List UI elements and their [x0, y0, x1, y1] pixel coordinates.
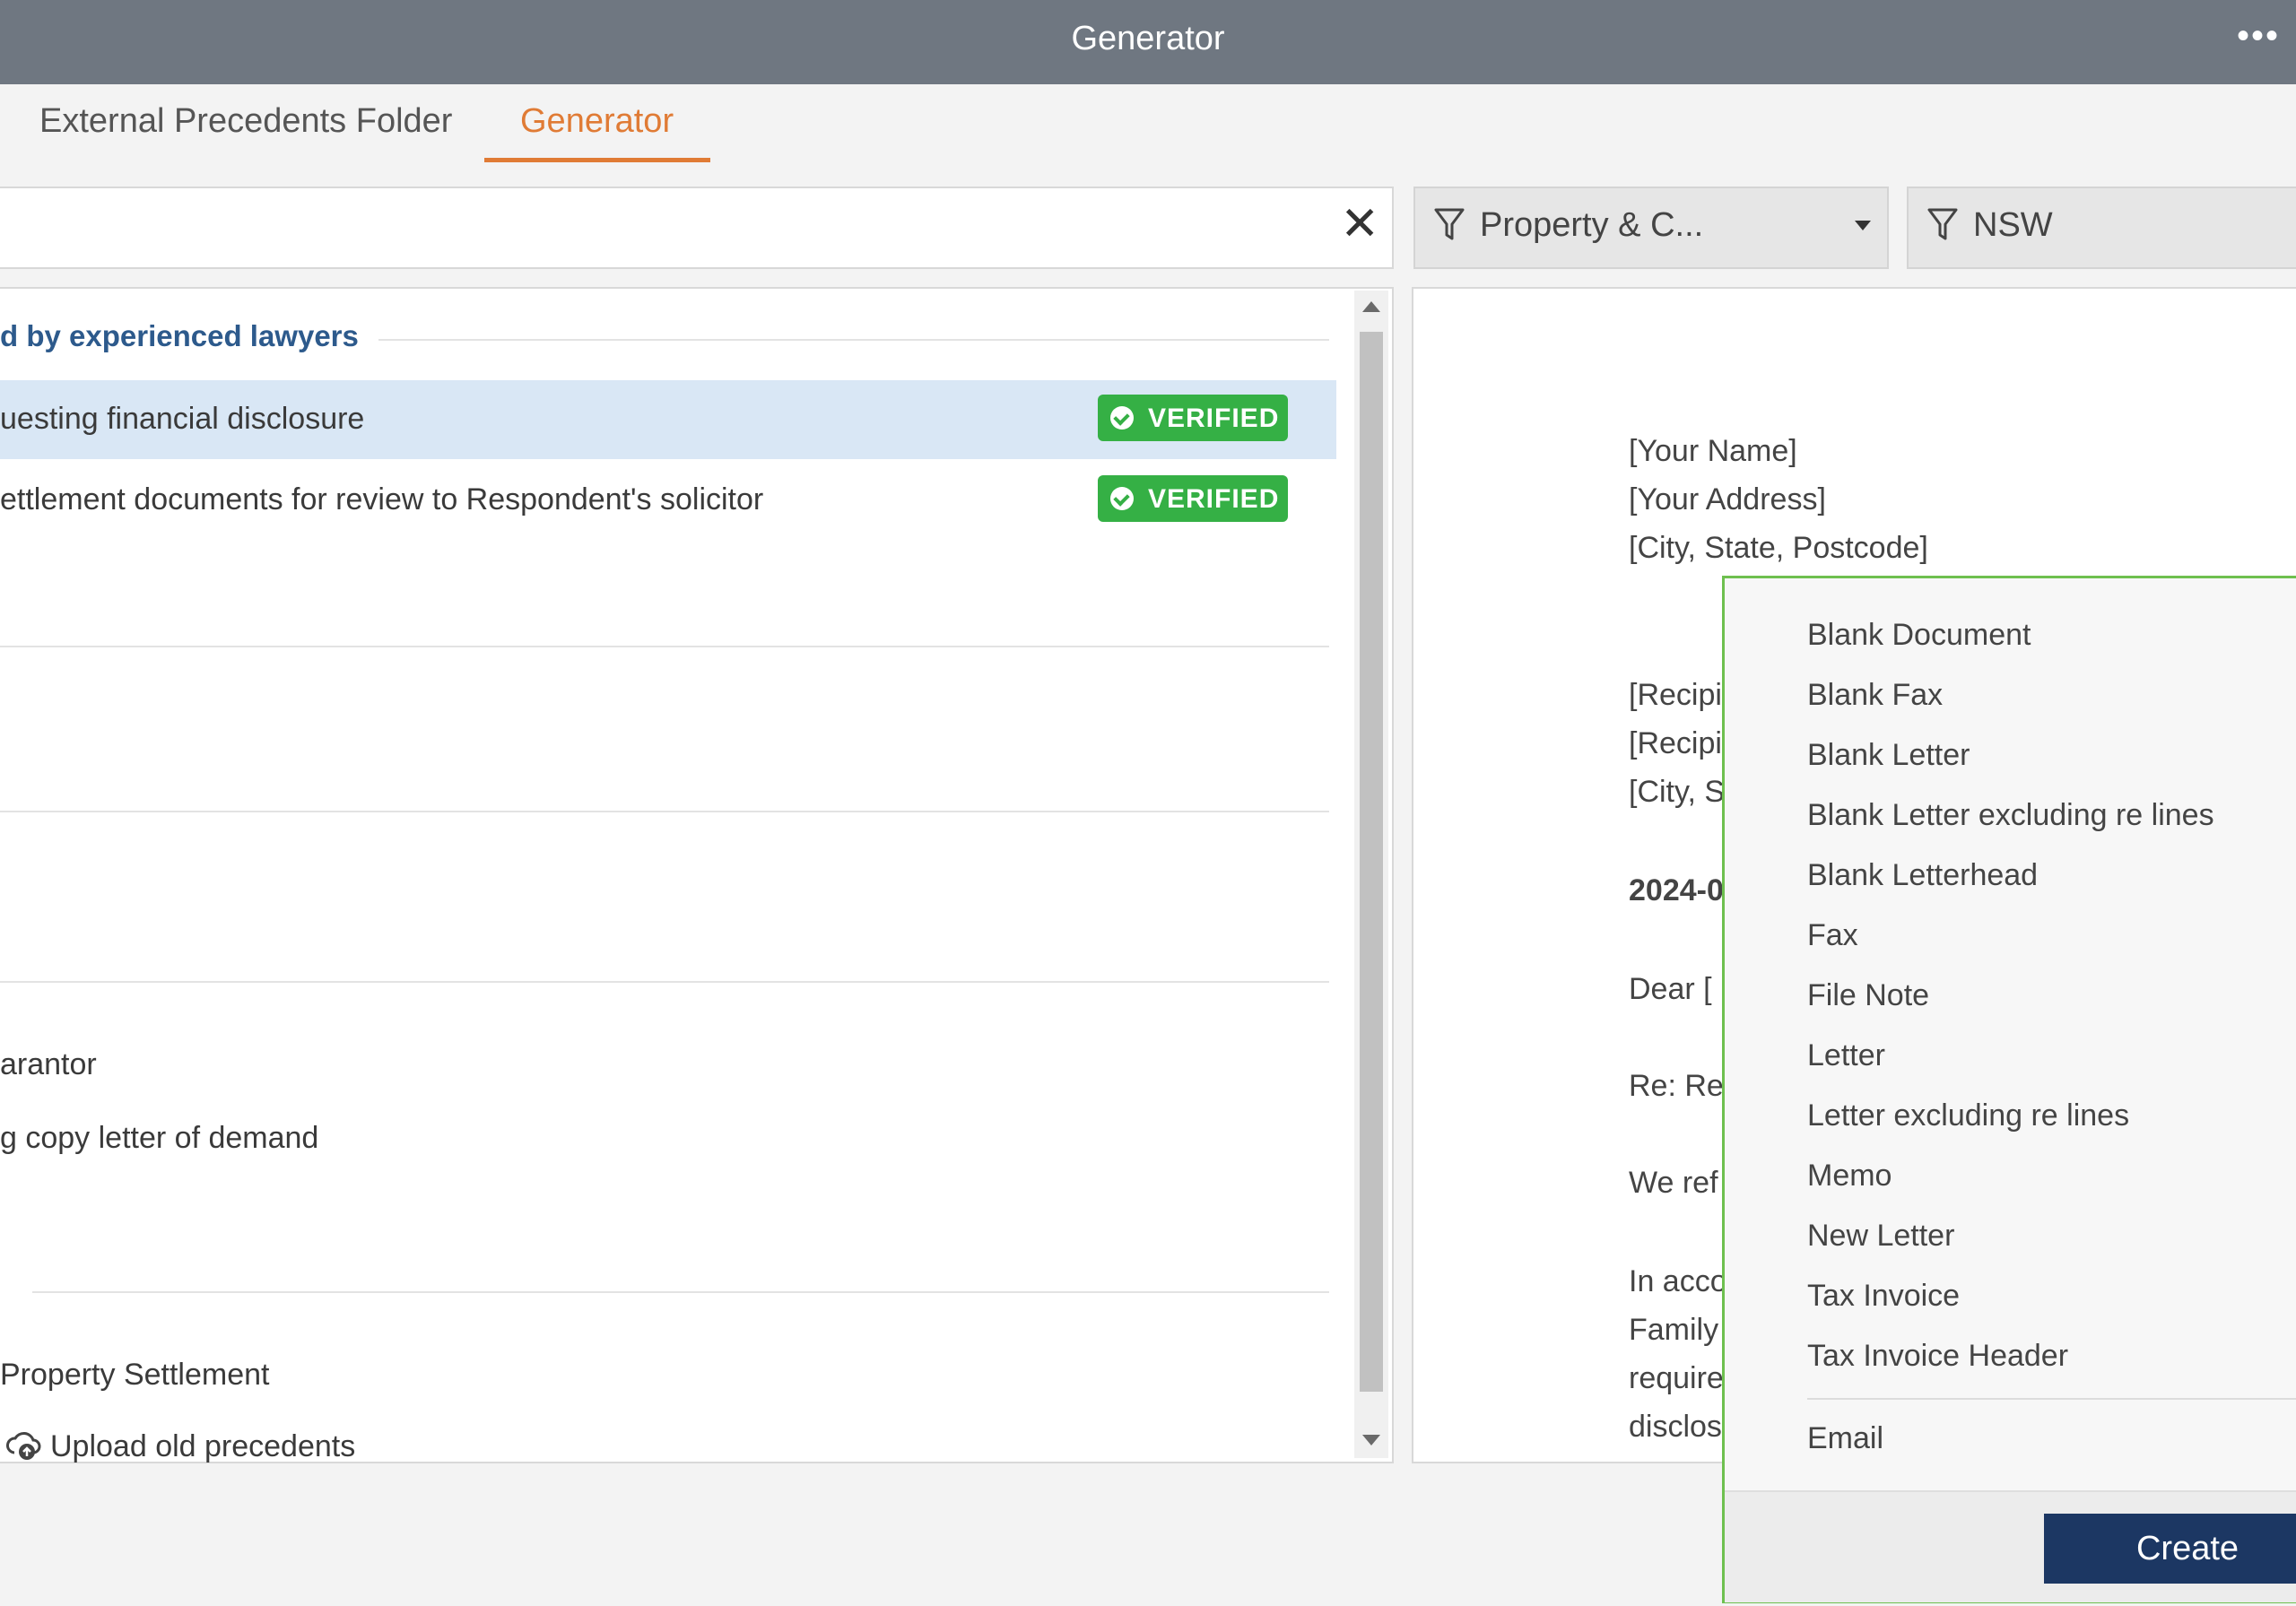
preview-line: require [1629, 1361, 1724, 1395]
upload-old-precedents-link[interactable]: Upload old precedents [50, 1429, 355, 1464]
divider [32, 1291, 1329, 1293]
practice-area-filter-label: Property & C... [1480, 206, 1704, 244]
menu-item-blank-letter-excluding-re-lines[interactable]: Blank Letter excluding re lines [1807, 798, 2214, 833]
create-button[interactable]: Create [2044, 1514, 2296, 1584]
state-filter-label: NSW [1973, 206, 2053, 244]
tab-external-precedents-folder[interactable]: External Precedents Folder [39, 102, 452, 141]
scroll-up-icon[interactable] [1362, 301, 1380, 312]
check-circle-icon [1110, 487, 1134, 510]
preview-date: 2024-0 [1629, 873, 1724, 907]
practice-area-filter[interactable]: Property & C... [1413, 187, 1889, 269]
preview-line: In acco [1629, 1264, 1727, 1298]
window-title: Generator [1071, 20, 1225, 57]
check-circle-icon [1110, 406, 1134, 430]
preview-line: disclos [1629, 1410, 1722, 1444]
filter-icon [1434, 208, 1465, 240]
menu-item-tax-invoice-header[interactable]: Tax Invoice Header [1807, 1339, 2068, 1374]
preview-line: [Recipi [1629, 726, 1722, 760]
divider [1807, 1398, 2296, 1400]
preview-line: Re: Re [1629, 1069, 1724, 1103]
preview-line: We ref [1629, 1166, 1718, 1200]
active-tab-indicator [484, 158, 710, 162]
verified-badge-label: VERIFIED [1148, 484, 1280, 514]
preview-line: Dear [ [1629, 972, 1712, 1006]
precedent-list: d by experienced lawyers uesting financi… [0, 287, 1394, 1463]
preview-line: [Your Address] [1629, 482, 1826, 517]
menu-item-letter-excluding-re-lines[interactable]: Letter excluding re lines [1807, 1098, 2129, 1133]
divider [0, 981, 1329, 983]
scroll-thumb[interactable] [1360, 332, 1383, 1392]
template-dropdown: Blank Document Blank Fax Blank Letter Bl… [1722, 576, 2296, 1603]
menu-item-blank-letter[interactable]: Blank Letter [1807, 738, 1970, 773]
preview-line: [Recipi [1629, 678, 1722, 712]
tab-generator[interactable]: Generator [520, 102, 674, 141]
verified-badge: VERIFIED [1098, 395, 1288, 441]
menu-item-fax[interactable]: Fax [1807, 918, 1858, 953]
more-horizontal-icon[interactable]: ••• [2237, 18, 2280, 54]
menu-item-tax-invoice[interactable]: Tax Invoice [1807, 1279, 1960, 1314]
menu-item-file-note[interactable]: File Note [1807, 978, 1929, 1013]
menu-item-letter[interactable]: Letter [1807, 1038, 1885, 1073]
scrollbar[interactable] [1354, 291, 1388, 1458]
verified-badge-label: VERIFIED [1148, 404, 1280, 433]
title-bar: Generator ••• [0, 0, 2296, 84]
preview-line: [City, State, Postcode] [1629, 531, 1928, 565]
dropdown-footer: Create [1725, 1490, 2296, 1602]
menu-item-blank-letterhead[interactable]: Blank Letterhead [1807, 858, 2038, 893]
menu-item-blank-fax[interactable]: Blank Fax [1807, 678, 1943, 713]
close-icon[interactable]: ✕ [1340, 201, 1379, 247]
filter-icon [1927, 208, 1958, 240]
preview-line: [City, S [1629, 775, 1726, 809]
menu-item-email[interactable]: Email [1807, 1421, 1883, 1456]
divider [378, 339, 1329, 341]
list-item-label[interactable]: Property Settlement [0, 1358, 269, 1393]
list-item-label[interactable]: g copy letter of demand [0, 1121, 318, 1156]
list-item-label[interactable]: arantor [0, 1047, 97, 1082]
section-header: d by experienced lawyers [0, 319, 359, 352]
cloud-upload-icon [6, 1432, 41, 1460]
preview-line: [Your Name] [1629, 434, 1797, 468]
menu-item-new-letter[interactable]: New Letter [1807, 1219, 1954, 1254]
scroll-down-icon[interactable] [1362, 1435, 1380, 1445]
state-filter[interactable]: NSW [1907, 187, 2296, 269]
list-item-label[interactable]: uesting financial disclosure [0, 402, 364, 437]
menu-item-blank-document[interactable]: Blank Document [1807, 618, 2031, 653]
preview-line: Family [1629, 1313, 1719, 1347]
list-item-label[interactable]: ettlement documents for review to Respon… [0, 482, 763, 517]
chevron-down-icon [1855, 221, 1871, 230]
divider [0, 811, 1329, 812]
search-input[interactable]: ✕ [0, 187, 1394, 269]
verified-badge: VERIFIED [1098, 475, 1288, 522]
divider [0, 646, 1329, 647]
menu-item-memo[interactable]: Memo [1807, 1159, 1892, 1194]
